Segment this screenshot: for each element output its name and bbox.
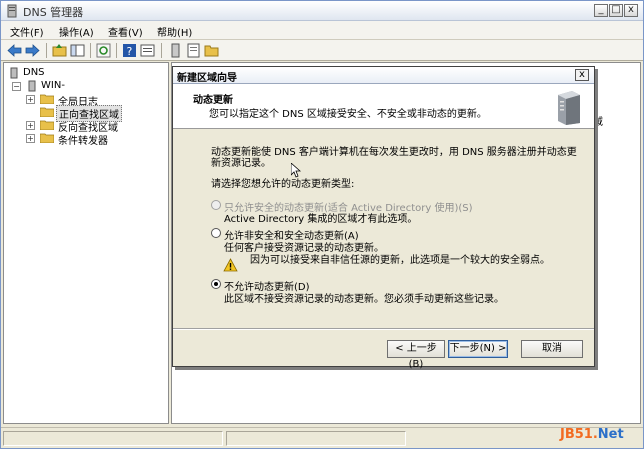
menu-view[interactable]: 查看(V) — [108, 24, 143, 39]
svg-text:?: ? — [127, 45, 133, 58]
tree-item-server[interactable]: − WIN- — [12, 80, 112, 93]
folder-icon[interactable] — [204, 43, 219, 58]
properties-icon[interactable] — [140, 43, 155, 58]
refresh-icon[interactable] — [96, 43, 111, 58]
radio-secure-only — [211, 200, 221, 210]
tree-label: WIN- — [41, 80, 65, 91]
wizard-step-title: 动态更新 — [193, 95, 233, 106]
radio-nonsecure-and-secure[interactable] — [211, 228, 221, 238]
toolbar-separator — [46, 43, 47, 58]
menu-help[interactable]: 帮助(H) — [157, 24, 192, 39]
toolbar-separator — [116, 43, 117, 58]
menu-action[interactable]: 操作(A) — [59, 24, 94, 39]
window-title: DNS 管理器 — [23, 6, 84, 19]
tree-item-reverse-lookup[interactable]: + 反向查找区域 — [26, 119, 146, 134]
forward-arrow-icon[interactable] — [25, 43, 40, 58]
mouse-cursor-icon — [291, 163, 301, 178]
back-arrow-icon[interactable] — [7, 43, 22, 58]
show-tree-icon[interactable] — [70, 43, 85, 58]
menu-bar: 文件(F) 操作(A) 查看(V) 帮助(H) — [1, 21, 643, 40]
dns-root-icon — [10, 67, 18, 79]
warning-icon — [223, 258, 238, 272]
update-type-prompt: 请选择您想允许的动态更新类型: — [211, 179, 355, 190]
expand-icon[interactable]: + — [26, 95, 35, 104]
up-folder-icon[interactable] — [52, 43, 67, 58]
server-icon — [28, 80, 36, 92]
toolbar-separator — [161, 43, 162, 58]
wizard-step-subtitle: 您可以指定这个 DNS 区域接受安全、不安全或非动态的更新。 — [209, 109, 487, 120]
title-bar[interactable]: DNS 管理器 _ □ x — [1, 1, 643, 21]
radio-no-dynamic-updates[interactable] — [211, 279, 221, 289]
dialog-separator — [173, 328, 594, 330]
status-bar — [1, 427, 643, 448]
record-icon[interactable] — [186, 43, 201, 58]
tree-label: DNS — [23, 67, 45, 78]
dialog-close-button[interactable]: x — [575, 69, 589, 81]
status-cell — [3, 431, 223, 446]
watermark-text: Net — [597, 427, 624, 442]
intro-text: 新资源记录。 — [211, 158, 271, 169]
tree-item-forward-lookup[interactable]: 正向查找区域 — [40, 105, 160, 122]
wizard-header: 动态更新 您可以指定这个 DNS 区域接受安全、不安全或非动态的更新。 — [173, 84, 594, 129]
console-tree[interactable]: DNS − WIN- + 全局日志 正向查找区域 + 反向查找区域 + 条件转发… — [3, 62, 169, 424]
cancel-button[interactable]: 取消 — [521, 340, 583, 358]
tree-label: 条件转发器 — [58, 136, 108, 147]
maximize-button[interactable]: □ — [609, 4, 623, 17]
expand-icon[interactable]: + — [26, 121, 35, 130]
folder-icon — [40, 120, 54, 130]
watermark-text: JB51. — [560, 427, 598, 442]
folder-icon — [40, 133, 54, 143]
next-button[interactable]: 下一步(N) > — [448, 340, 508, 358]
dialog-title-bar[interactable]: 新建区域向导 x — [173, 67, 594, 84]
server-list-icon[interactable] — [168, 43, 183, 58]
menu-file[interactable]: 文件(F) — [10, 24, 44, 39]
tree-item-conditional-forwarders[interactable]: + 条件转发器 — [26, 132, 146, 147]
option-no-dynamic-desc: 此区域不接受资源记录的动态更新。您必须手动更新这些记录。 — [224, 294, 504, 305]
new-zone-wizard-dialog: 新建区域向导 x 动态更新 您可以指定这个 DNS 区域接受安全、不安全或非动态… — [172, 66, 595, 370]
minimize-button[interactable]: _ — [594, 4, 608, 17]
expand-icon[interactable]: + — [26, 134, 35, 143]
folder-icon — [40, 94, 54, 104]
status-cell — [226, 431, 406, 446]
site-watermark: JB51.Net — [560, 427, 624, 442]
toolbar-separator — [90, 43, 91, 58]
server-tower-icon — [558, 91, 580, 125]
dns-app-icon — [7, 4, 17, 18]
option-nonsecure-warning: 因为可以接受来自非信任源的更新，此选项是一个较大的安全弱点。 — [250, 255, 550, 266]
help-icon[interactable]: ? — [122, 43, 137, 58]
toolbar: ? — [1, 40, 643, 61]
tree-item-dns[interactable]: DNS — [8, 67, 88, 80]
dialog-title: 新建区域向导 — [177, 73, 237, 84]
back-button[interactable]: < 上一步(B) — [387, 340, 445, 370]
collapse-icon[interactable]: − — [12, 82, 21, 91]
close-button[interactable]: x — [624, 4, 638, 17]
folder-icon — [40, 107, 54, 117]
option-secure-only-desc: Active Directory 集成的区域才有此选项。 — [224, 214, 418, 225]
